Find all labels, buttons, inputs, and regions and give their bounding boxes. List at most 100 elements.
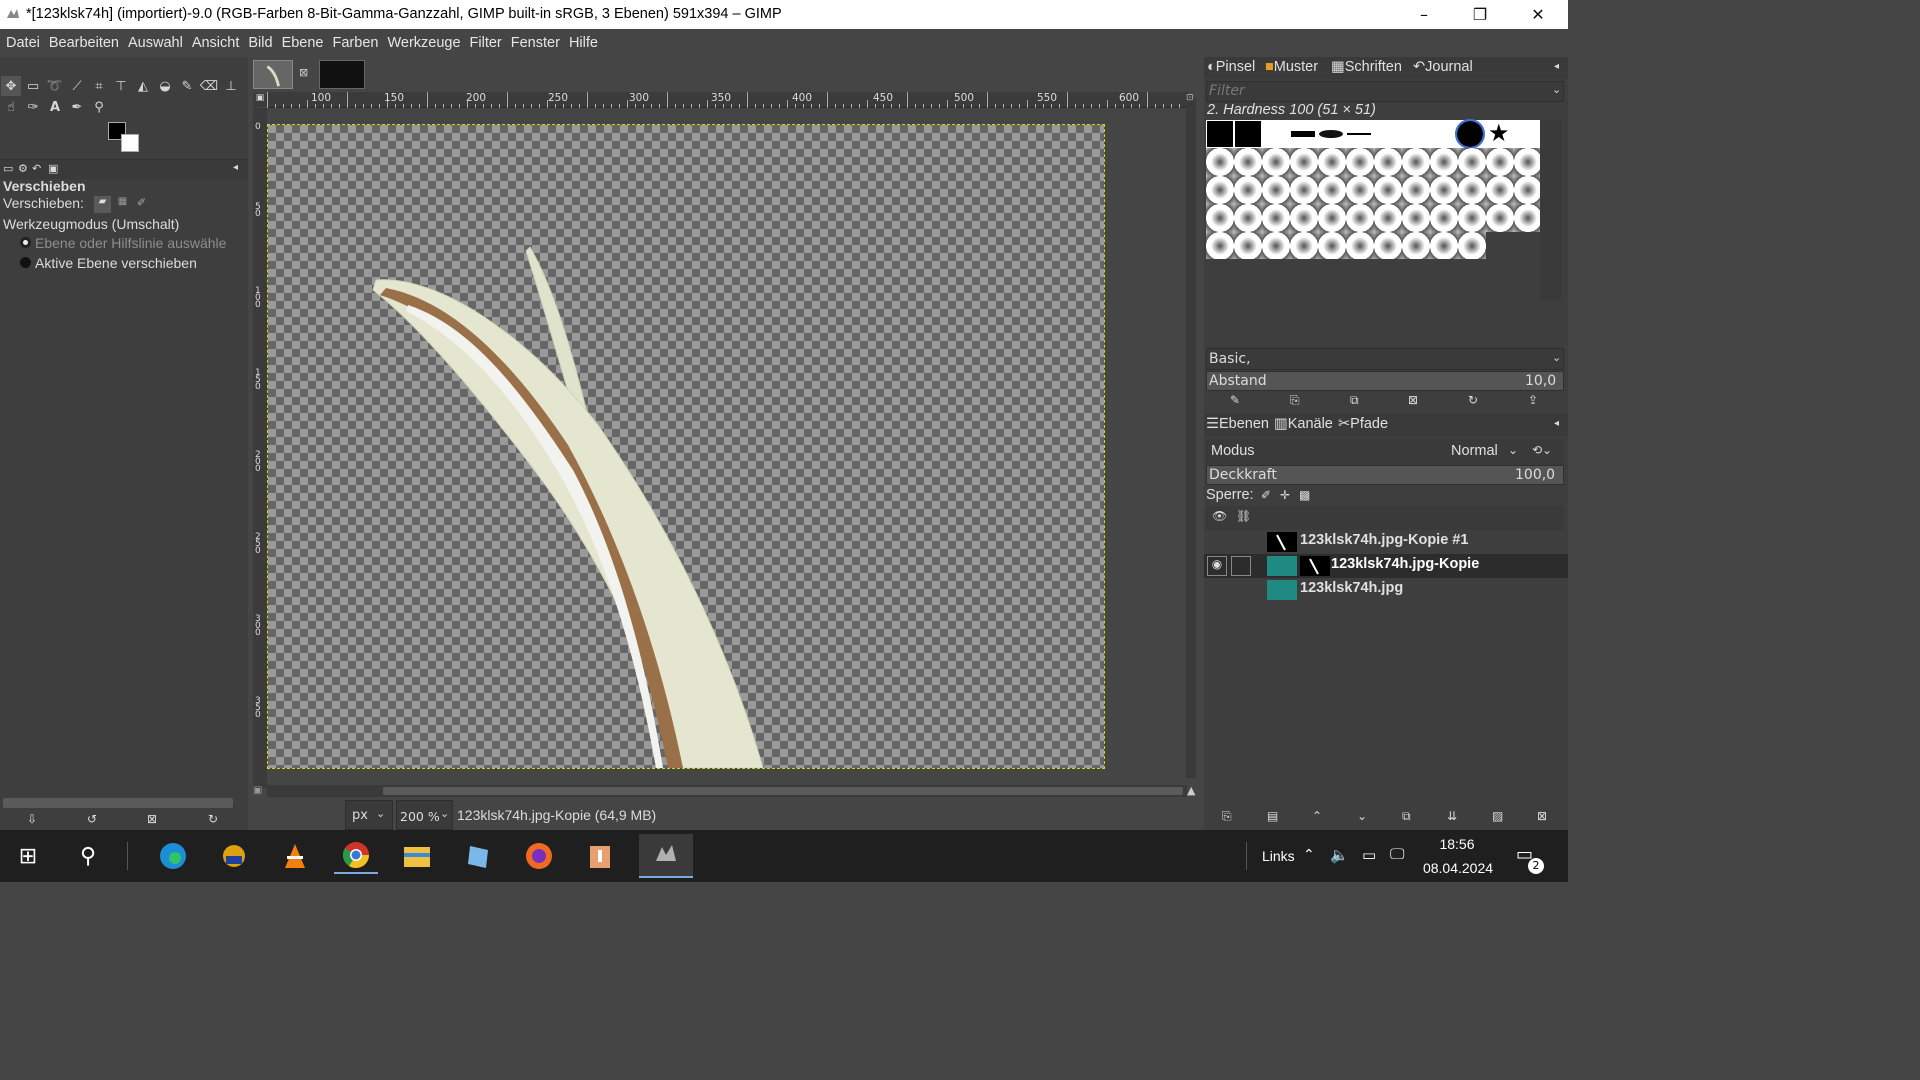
brush-scrollbar[interactable] bbox=[1540, 120, 1562, 300]
text-tool-icon[interactable]: A bbox=[45, 97, 65, 117]
save-options-icon[interactable]: ⇩ bbox=[27, 812, 37, 826]
transform-icon[interactable]: ⊤ bbox=[111, 76, 131, 96]
raise-layer-icon[interactable]: ⌃ bbox=[1312, 809, 1322, 823]
duplicate-layer-icon[interactable]: ⧉ bbox=[1402, 809, 1411, 824]
lower-layer-icon[interactable]: ⌄ bbox=[1357, 809, 1367, 823]
zoom-icon[interactable]: ⚲ bbox=[89, 97, 109, 117]
lock-pixels-icon[interactable]: ✐ bbox=[1261, 488, 1271, 502]
clone-icon[interactable]: ⊥ bbox=[221, 76, 241, 96]
warp-icon[interactable]: ◭ bbox=[133, 76, 153, 96]
radio-option2[interactable] bbox=[20, 257, 31, 268]
lasso-icon[interactable]: ➰ bbox=[45, 76, 65, 96]
fuzzy-select-icon[interactable]: ⟋ bbox=[67, 76, 87, 96]
bucket-fill-icon[interactable]: ◒ bbox=[155, 76, 175, 96]
delete-layer-icon[interactable]: ⊠ bbox=[1537, 809, 1547, 823]
paths-icon[interactable]: ✑ bbox=[23, 97, 43, 117]
duplicate-brush-icon[interactable]: ⧉ bbox=[1350, 393, 1359, 408]
eraser-icon[interactable]: ⌫ bbox=[199, 76, 219, 96]
horizontal-scrollbar[interactable] bbox=[267, 785, 1187, 797]
menu-werkzeuge[interactable]: Werkzeuge bbox=[383, 35, 464, 51]
move-layer-icon[interactable]: ▰ bbox=[94, 196, 111, 213]
menu-hilfe[interactable]: Hilfe bbox=[565, 35, 602, 51]
vertical-scrollbar[interactable] bbox=[1186, 98, 1196, 778]
tab-journal[interactable]: ↶Journal bbox=[1413, 59, 1473, 75]
edge-icon[interactable] bbox=[151, 838, 195, 874]
navigate-icon[interactable]: ⊡ bbox=[1186, 93, 1194, 103]
clock-date[interactable]: 08.04.2024 bbox=[1418, 860, 1498, 876]
opacity-slider[interactable]: Deckkraft 100,0 bbox=[1206, 465, 1564, 485]
background-color-swatch[interactable] bbox=[121, 134, 139, 152]
image-tab-thumb-2[interactable] bbox=[319, 60, 365, 89]
tab-pinsel[interactable]: ◐Pinsel bbox=[1207, 59, 1255, 75]
chrome-icon[interactable] bbox=[334, 838, 378, 874]
device-status-tab-icon[interactable]: ⚙ bbox=[18, 162, 28, 175]
network-icon[interactable]: 🖵 bbox=[1390, 845, 1404, 863]
vlc-icon[interactable] bbox=[273, 838, 317, 874]
firefox-icon[interactable] bbox=[517, 838, 561, 874]
radio-option1[interactable] bbox=[20, 237, 31, 248]
brush-filter-input[interactable]: Filter ⌄ bbox=[1206, 81, 1564, 102]
lock-position-icon[interactable]: ✛ bbox=[1280, 488, 1290, 502]
layer-row-kopie[interactable]: ◉ 123klsk74h.jpg-Kopie bbox=[1204, 554, 1568, 578]
search-icon[interactable]: ⚲ bbox=[66, 838, 110, 874]
mode-switch-icon[interactable]: ⟲⌄ bbox=[1532, 443, 1552, 457]
image-tab-thumb[interactable] bbox=[253, 60, 293, 89]
spacing-slider[interactable]: Abstand 10,0 bbox=[1206, 371, 1564, 391]
refresh-brushes-icon[interactable]: ↻ bbox=[1468, 393, 1478, 407]
tab-kanaele[interactable]: ▥Kanäle bbox=[1274, 416, 1333, 432]
gimp-taskbar-icon[interactable] bbox=[639, 834, 693, 878]
zoom-toggle-icon[interactable]: ▲ bbox=[1187, 784, 1195, 797]
quickmask-icon[interactable]: ▣ bbox=[253, 93, 267, 107]
lock-alpha-icon[interactable]: ▩ bbox=[1299, 488, 1310, 502]
menu-filter[interactable]: Filter bbox=[466, 35, 506, 51]
layer-mask-icon[interactable]: ▨ bbox=[1492, 809, 1503, 823]
panel-menu-icon[interactable]: ◂ bbox=[1554, 61, 1559, 72]
images-tab-icon[interactable]: ▣ bbox=[48, 162, 58, 175]
merge-layer-icon[interactable]: ⇊ bbox=[1447, 809, 1457, 823]
layer-row-original[interactable]: 123klsk74h.jpg bbox=[1204, 578, 1568, 602]
menu-auswahl[interactable]: Auswahl bbox=[124, 35, 187, 51]
menu-datei[interactable]: Datei bbox=[2, 35, 44, 51]
move-selection-icon[interactable]: ▦ bbox=[114, 196, 131, 213]
new-brush-icon[interactable]: ⎘ bbox=[1290, 393, 1300, 408]
panel-menu-icon[interactable]: ◂ bbox=[1554, 418, 1559, 429]
maximize-button[interactable]: ❐ bbox=[1452, 0, 1508, 29]
eye-icon[interactable]: ◉ bbox=[1207, 556, 1227, 576]
tab-muster[interactable]: ■Muster bbox=[1265, 59, 1318, 75]
clock-time[interactable]: 18:56 bbox=[1422, 836, 1492, 852]
minimize-button[interactable]: – bbox=[1396, 0, 1452, 29]
speaker-icon[interactable]: 🔈 bbox=[1330, 846, 1349, 864]
headset-app-icon[interactable] bbox=[212, 838, 256, 874]
move-tool-icon[interactable]: ✥ bbox=[1, 76, 21, 96]
tool-options-tab-icon[interactable]: ▭ bbox=[3, 162, 13, 175]
close-button[interactable]: ✕ bbox=[1510, 0, 1566, 29]
menu-bearbeiten[interactable]: Bearbeiten bbox=[45, 35, 123, 51]
chain-toggle[interactable] bbox=[1231, 556, 1251, 576]
file-explorer-icon[interactable] bbox=[395, 838, 439, 874]
open-brush-icon[interactable]: ⇪ bbox=[1528, 393, 1538, 407]
delete-options-icon[interactable]: ⊠ bbox=[147, 812, 157, 826]
crop-icon[interactable]: ⌗ bbox=[89, 76, 109, 96]
delete-brush-icon[interactable]: ⊠ bbox=[1408, 393, 1418, 407]
image-canvas[interactable] bbox=[267, 124, 1105, 769]
new-layer-icon[interactable]: ⎘ bbox=[1222, 809, 1232, 824]
installer-icon[interactable] bbox=[578, 838, 622, 874]
menu-bild[interactable]: Bild bbox=[244, 35, 276, 51]
edit-brush-icon[interactable]: ✎ bbox=[1230, 393, 1240, 407]
unit-select[interactable]: px ⌄ bbox=[345, 800, 393, 830]
close-tab-icon[interactable]: ⊠ bbox=[299, 66, 308, 79]
reset-options-icon[interactable]: ↻ bbox=[208, 812, 218, 826]
brush-grid[interactable]: ★ bbox=[1206, 119, 1540, 259]
color-picker-icon[interactable]: ✒ bbox=[67, 97, 87, 117]
restore-options-icon[interactable]: ↺ bbox=[87, 812, 97, 826]
chevron-up-icon[interactable]: ⌃ bbox=[1303, 847, 1315, 863]
rect-select-icon[interactable]: ▭ bbox=[23, 76, 43, 96]
paintbrush-icon[interactable]: ✎ bbox=[177, 76, 197, 96]
tab-ebenen[interactable]: ☰Ebenen bbox=[1206, 416, 1269, 432]
smudge-icon[interactable]: ☝ bbox=[1, 97, 21, 117]
tab-pfade[interactable]: ✂Pfade bbox=[1338, 416, 1388, 432]
mode-select[interactable]: Normal ⌄ bbox=[1446, 439, 1526, 465]
panel-menu-icon[interactable]: ◂ bbox=[233, 162, 238, 173]
brush-preset-select[interactable]: Basic, ⌄ bbox=[1206, 348, 1564, 370]
new-group-icon[interactable]: ▤ bbox=[1267, 809, 1278, 823]
